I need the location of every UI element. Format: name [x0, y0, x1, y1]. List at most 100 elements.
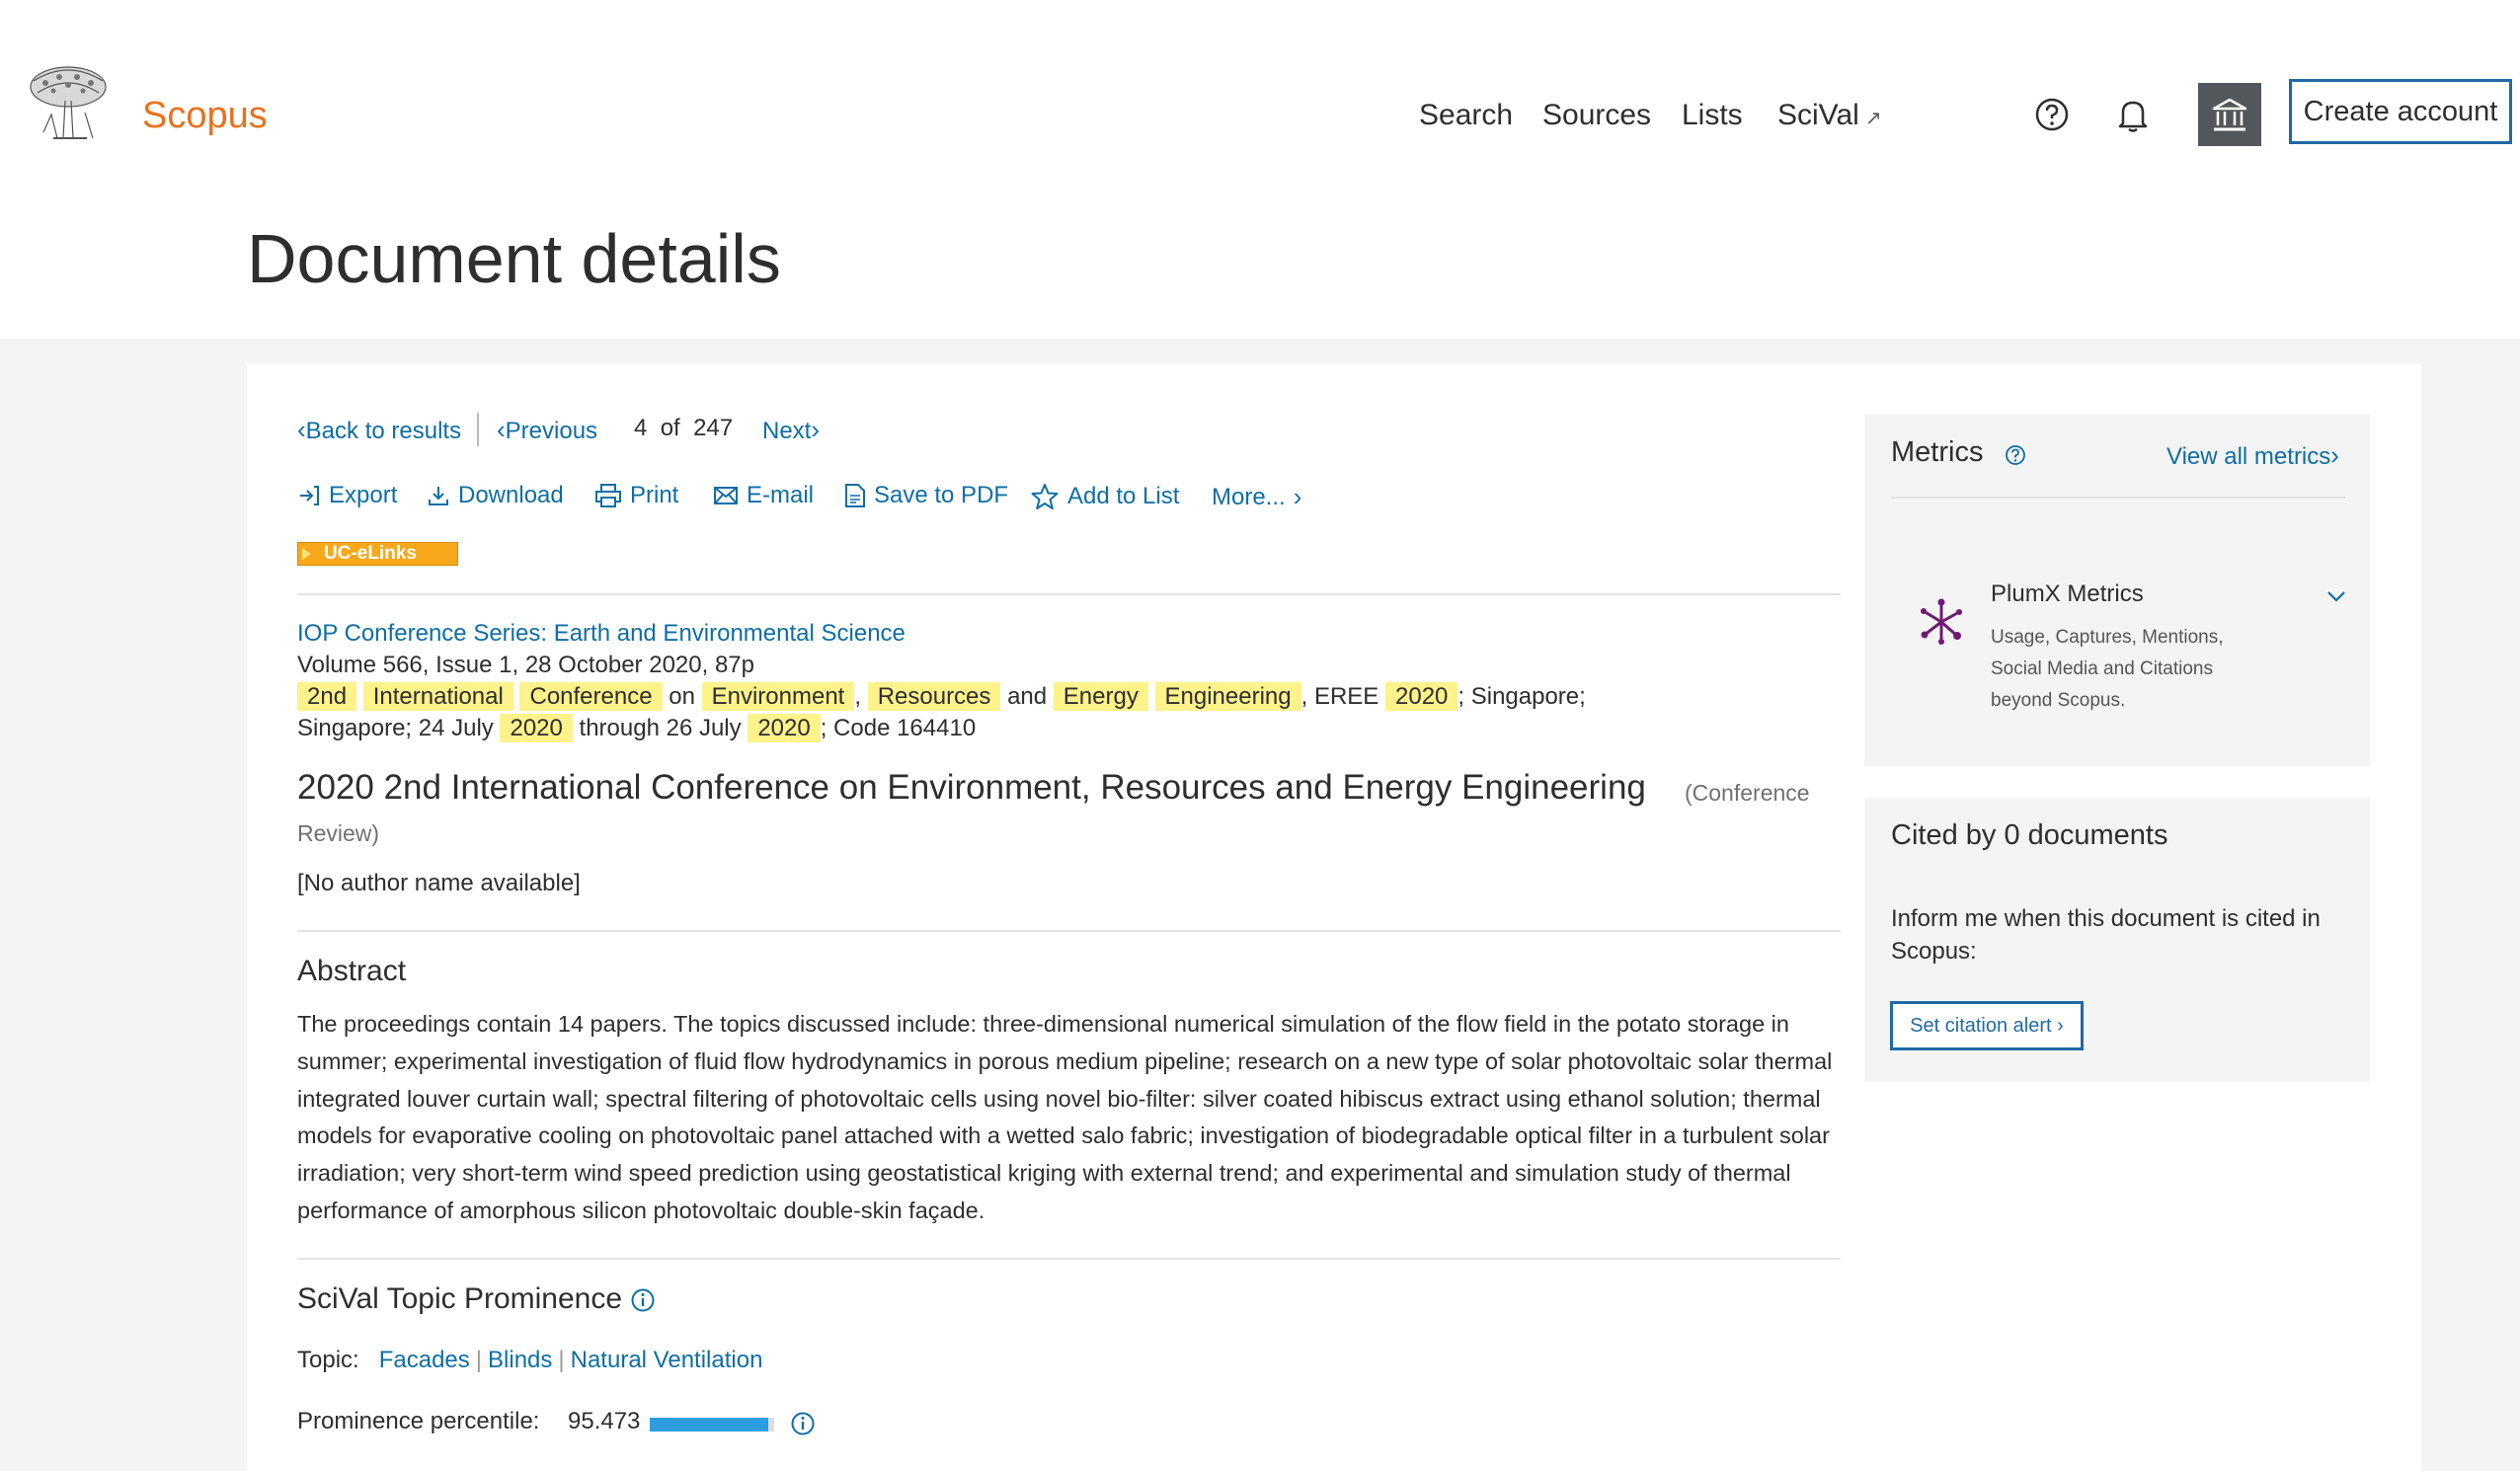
- info-icon[interactable]: [630, 1287, 656, 1313]
- notification-bell-icon[interactable]: [2113, 95, 2153, 134]
- export-label: Export: [329, 482, 398, 508]
- pdf-icon: [845, 484, 865, 507]
- institution-icon: [2212, 98, 2247, 131]
- save-to-pdf-label: Save to PDF: [874, 482, 1009, 508]
- chevron-right-icon: ›: [2057, 1014, 2064, 1037]
- volume-info: Volume 566, Issue 1, 28 October 2020, 87…: [297, 652, 754, 678]
- cited-by-text: Inform me when this document is cited in…: [1891, 905, 2321, 965]
- source-title-link[interactable]: IOP Conference Series: Earth and Environ…: [297, 620, 906, 648]
- previous-link[interactable]: ‹Previous: [497, 415, 597, 445]
- highlight-term: Resources: [867, 682, 1001, 711]
- prominence-label: Prominence percentile:: [297, 1408, 540, 1434]
- external-link-icon: ↗: [1864, 108, 1882, 129]
- chevron-right-icon: ›: [2330, 440, 2339, 470]
- download-label: Download: [458, 482, 564, 508]
- cited-by-title: Cited by 0 documents: [1891, 819, 2168, 851]
- nav-lists[interactable]: Lists: [1682, 99, 1743, 132]
- metrics-title: Metrics: [1891, 436, 1984, 468]
- topic-link[interactable]: Facades: [379, 1347, 470, 1373]
- scival-topic-heading: SciVal Topic Prominence: [297, 1282, 656, 1316]
- help-icon[interactable]: [2034, 97, 2070, 132]
- more-button[interactable]: More... ›: [1212, 482, 1301, 512]
- set-citation-alert-button[interactable]: Set citation alert ›: [1890, 1001, 2084, 1050]
- highlight-term: Engineering: [1154, 682, 1301, 711]
- view-all-metrics-link[interactable]: View all metrics ›: [2166, 440, 2339, 471]
- nav-search[interactable]: Search: [1419, 99, 1513, 132]
- prominence-value: 95.473: [568, 1408, 641, 1434]
- email-label: E-mail: [747, 482, 815, 508]
- prominence-bar-fill: [650, 1418, 769, 1432]
- conf-text: Singapore; 24 July: [297, 715, 494, 741]
- result-position: 4 of 247: [634, 415, 733, 442]
- star-icon: [1031, 484, 1059, 509]
- info-icon[interactable]: [790, 1411, 816, 1436]
- result-total: 247: [693, 415, 734, 441]
- add-to-list-button[interactable]: Add to List: [1030, 482, 1179, 511]
- chevron-left-icon: ‹: [297, 415, 306, 444]
- email-icon: [714, 487, 738, 504]
- document-type-cont: Review): [297, 820, 380, 846]
- nav-sources[interactable]: Sources: [1542, 99, 1651, 132]
- result-index: 4: [634, 415, 648, 441]
- export-icon: [300, 486, 319, 505]
- help-icon[interactable]: [2005, 444, 2026, 466]
- print-button[interactable]: Print: [594, 482, 678, 509]
- set-citation-alert-label: Set citation alert: [1910, 1014, 2052, 1037]
- uc-elinks-button[interactable]: UC-eLinks: [297, 542, 458, 566]
- conf-text: through 26 July: [579, 715, 742, 741]
- divider: [297, 593, 1841, 595]
- chevron-right-icon: ›: [811, 415, 821, 444]
- topic-link[interactable]: Natural Ventilation: [571, 1347, 763, 1373]
- export-button[interactable]: Export: [297, 482, 397, 509]
- highlight-term: 2020: [500, 714, 573, 742]
- view-all-metrics-label: View all metrics: [2166, 443, 2331, 470]
- print-icon: [595, 484, 621, 507]
- conf-text: ; Singapore;: [1457, 683, 1586, 710]
- highlight-term: Conference: [519, 682, 663, 711]
- create-account-button[interactable]: Create account: [2289, 79, 2512, 144]
- uc-elinks-label: UC-eLinks: [324, 543, 417, 564]
- highlight-term: 2nd: [297, 682, 357, 711]
- conf-text: on: [669, 683, 695, 710]
- conference-info-line1: 2nd International Conference on Environm…: [297, 682, 1586, 711]
- institution-button[interactable]: [2198, 83, 2261, 146]
- print-label: Print: [630, 482, 679, 508]
- separator: |: [475, 1347, 483, 1373]
- conference-info-line2: Singapore; 24 July 2020 through 26 July …: [297, 714, 976, 742]
- highlight-term: 2020: [748, 714, 821, 742]
- download-button[interactable]: Download: [427, 482, 564, 509]
- back-to-results-link[interactable]: ‹Back to results: [297, 415, 461, 445]
- prominence-bar: [650, 1418, 774, 1432]
- separator: |: [558, 1347, 565, 1373]
- divider: [297, 930, 1841, 932]
- conf-text: and: [1007, 683, 1048, 710]
- elsevier-tree-logo[interactable]: [24, 63, 113, 144]
- author-list: [No author name available]: [297, 870, 581, 896]
- scopus-brand[interactable]: Scopus: [142, 95, 268, 137]
- back-to-results-label: Back to results: [305, 418, 462, 444]
- document-type: (Conference: [1685, 780, 1810, 806]
- top-header: Scopus Search Sources Lists SciVal ↗ Crea…: [0, 0, 2520, 339]
- plumx-title[interactable]: PlumX Metrics: [1991, 581, 2144, 608]
- highlight-term: Environment: [701, 682, 855, 711]
- download-icon: [429, 487, 448, 505]
- nav-scival-label: SciVal: [1777, 99, 1859, 131]
- chevron-left-icon: ‹: [497, 415, 506, 444]
- result-of: of: [660, 415, 680, 441]
- document-title: 2020 2nd International Conference on Env…: [297, 768, 1646, 807]
- highlight-term: International: [362, 682, 513, 711]
- nav-scival[interactable]: SciVal ↗: [1777, 99, 1882, 132]
- chevron-down-icon[interactable]: [2324, 584, 2348, 608]
- abstract-heading: Abstract: [297, 955, 407, 987]
- conf-text: ,: [854, 683, 862, 710]
- next-link[interactable]: Next›: [762, 415, 820, 445]
- next-label: Next: [762, 418, 812, 444]
- save-to-pdf-button[interactable]: Save to PDF: [844, 482, 1008, 509]
- more-label: More...: [1212, 483, 1286, 510]
- previous-label: Previous: [505, 418, 598, 444]
- play-arrow-icon: [302, 548, 311, 560]
- email-button[interactable]: E-mail: [713, 482, 814, 509]
- topic-link[interactable]: Blinds: [488, 1347, 552, 1373]
- scival-topic-heading-label: SciVal Topic Prominence: [297, 1282, 623, 1315]
- plumx-description: Usage, Captures, Mentions, Social Media …: [1991, 627, 2224, 711]
